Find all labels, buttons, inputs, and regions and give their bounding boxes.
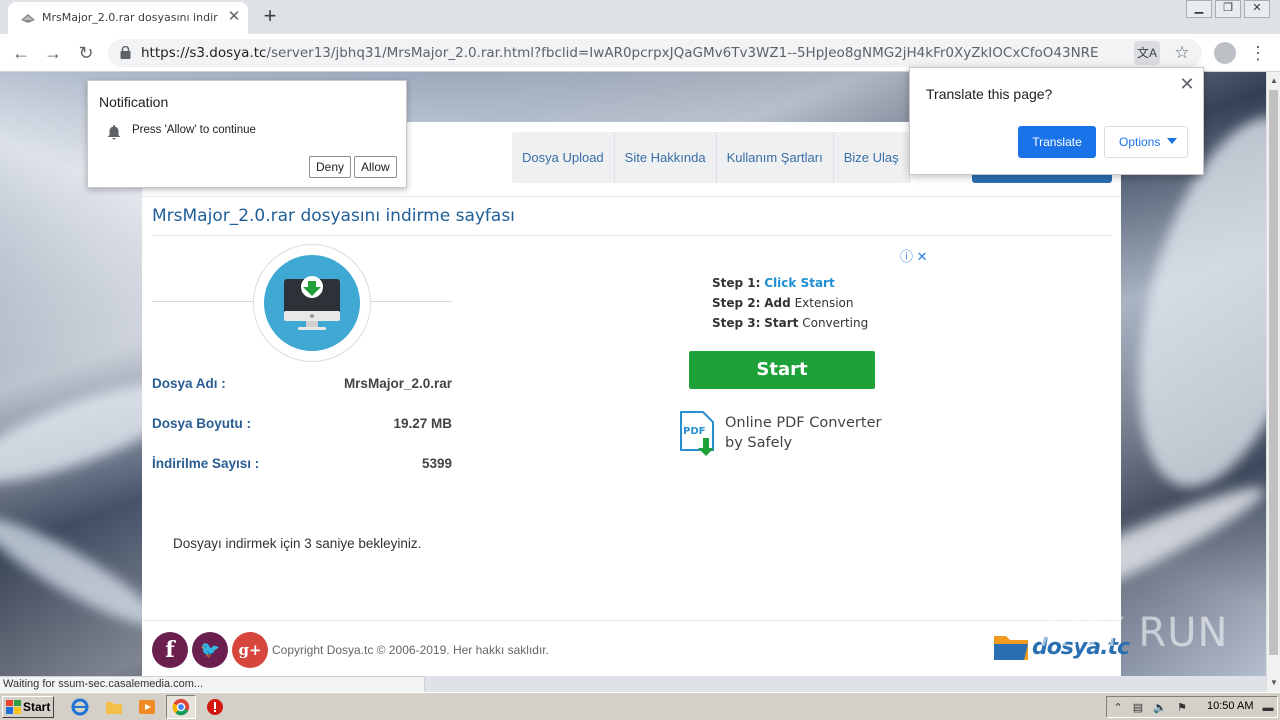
divider — [142, 196, 1121, 197]
url-text[interactable]: https://s3.dosya.tc/server13/jbhq31/MrsM… — [141, 45, 1099, 61]
ad-step-1: Step 1: Click Start — [712, 276, 835, 290]
file-name-value: MrsMajor_2.0.rar — [343, 376, 452, 391]
stop-icon[interactable] — [205, 697, 225, 717]
ad-step-2: Step 2: Add Extension — [712, 296, 854, 310]
site-favicon-icon — [21, 14, 35, 23]
close-window-icon[interactable]: ✕ — [1244, 0, 1270, 18]
download-monitor-icon — [264, 255, 360, 351]
site-content: Dosya Upload Site Hakkında Kullanım Şart… — [142, 122, 1130, 676]
facebook-icon[interactable]: f — [152, 632, 188, 668]
twitter-icon[interactable]: 🐦 — [192, 632, 228, 668]
profile-avatar-icon[interactable] — [1214, 42, 1236, 64]
browser-tab[interactable]: MrsMajor_2.0.rar dosyasını indir - dosya… — [8, 2, 248, 34]
tab-close-icon[interactable]: ✕ — [226, 9, 242, 25]
nav-bize-ulas[interactable]: Bize Ulaş — [834, 132, 910, 183]
allow-button[interactable]: Allow — [354, 156, 397, 178]
tab-title: MrsMajor_2.0.rar dosyasını indir - dosya… — [42, 11, 222, 24]
back-arrow-icon[interactable]: ← — [9, 41, 33, 65]
ad-product-line2: by Safely — [725, 435, 793, 451]
copyright-text: Copyright Dosya.tc © 2006-2019. Her hakk… — [272, 643, 549, 657]
scroll-down-icon[interactable]: ▼ — [1267, 676, 1280, 690]
file-size-label: Dosya Boyutu : — [152, 416, 252, 431]
media-player-icon[interactable] — [137, 697, 157, 717]
minimize-icon[interactable]: ▁ — [1186, 0, 1212, 18]
chevron-down-icon — [1167, 138, 1177, 144]
flag-icon[interactable]: ⚑ — [1175, 701, 1189, 715]
ad-product-name: Online PDF Converter by Safely — [725, 413, 881, 453]
translate-icon[interactable]: 文A — [1134, 41, 1160, 65]
divider — [152, 235, 1112, 236]
deny-button[interactable]: Deny — [309, 156, 352, 178]
options-dropdown[interactable]: Options — [1104, 126, 1188, 158]
page-scrollbar[interactable]: ▲ ▼ — [1266, 72, 1280, 692]
restore-icon[interactable]: ❐ — [1215, 0, 1241, 18]
bell-icon — [108, 125, 120, 140]
reload-icon[interactable]: ↻ — [74, 41, 98, 65]
page-title: MrsMajor_2.0.rar dosyasını indirme sayfa… — [152, 206, 515, 226]
download-badge — [253, 244, 371, 362]
network-icon[interactable]: ▤ — [1131, 701, 1145, 715]
volume-icon[interactable]: 🔈 — [1153, 701, 1167, 715]
tray-expand-icon[interactable]: ⌃ — [1111, 701, 1125, 715]
download-count-value: 5399 — [421, 456, 452, 471]
divider — [142, 620, 1121, 621]
close-icon[interactable]: ✕ — [1178, 75, 1196, 93]
notification-title: Notification — [99, 94, 169, 110]
download-count-label: İndirilme Sayısı : — [152, 456, 260, 471]
advertisement[interactable]: Step 1: Click Start Step 2: Add Extensio… — [672, 246, 932, 466]
internet-explorer-icon[interactable] — [70, 697, 90, 717]
lock-icon — [120, 46, 131, 59]
start-button[interactable]: Start — [2, 696, 54, 718]
tab-strip: MrsMajor_2.0.rar dosyasını indir - dosya… — [0, 0, 1280, 34]
menu-dots-icon[interactable]: ⋮ — [1248, 42, 1268, 64]
url-path: /server13/jbhq31/MrsMajor_2.0.rar.html?f… — [266, 45, 1099, 61]
ad-step-3: Step 3: Start Converting — [712, 316, 869, 330]
start-label: Start — [23, 700, 51, 714]
nav-dosya-upload[interactable]: Dosya Upload — [512, 132, 615, 183]
notification-message: Press 'Allow' to continue — [132, 124, 256, 136]
show-desktop-icon[interactable]: ▬ — [1261, 701, 1275, 715]
taskbar-chrome-active[interactable] — [166, 695, 196, 719]
translate-title: Translate this page? — [926, 86, 1053, 102]
taskbar: Start ⌃ ▤ 🔈 ⚑ 10:50 AM ▬ — [0, 692, 1280, 720]
scroll-up-icon[interactable]: ▲ — [1267, 74, 1280, 88]
folder-logo-icon — [994, 636, 1028, 660]
pdf-file-icon: PDF — [680, 411, 714, 456]
countdown-text: Dosyayı indirmek için 3 saniye bekleyini… — [173, 536, 422, 551]
folder-icon[interactable] — [104, 697, 124, 717]
status-bar: Waiting for ssum-sec.casalemedia.com... — [0, 676, 425, 692]
scroll-thumb[interactable] — [1269, 90, 1278, 655]
translate-bubble: Translate this page? ✕ Translate Options — [909, 67, 1204, 175]
window-controls: ▁ ❐ ✕ — [1183, 0, 1270, 18]
notification-popup: Notification Press 'Allow' to continue D… — [87, 80, 407, 188]
file-size-value: 19.27 MB — [393, 416, 452, 431]
site-nav: Dosya Upload Site Hakkında Kullanım Şart… — [512, 132, 910, 183]
clock[interactable]: 10:50 AM — [1207, 700, 1253, 712]
file-name-label: Dosya Adı : — [152, 376, 226, 391]
google-plus-icon[interactable]: g+ — [232, 632, 268, 668]
bookmark-star-icon[interactable]: ☆ — [1170, 41, 1194, 65]
nav-site-hakkinda[interactable]: Site Hakkında — [615, 132, 717, 183]
ad-start-button[interactable]: Start — [689, 351, 875, 389]
ad-product-line1: Online PDF Converter — [725, 415, 882, 431]
svg-text:PDF: PDF — [683, 426, 705, 437]
address-bar[interactable]: https://s3.dosya.tc/server13/jbhq31/MrsM… — [108, 39, 1202, 67]
options-label: Options — [1119, 135, 1161, 149]
chrome-icon — [172, 698, 190, 716]
translate-button[interactable]: Translate — [1018, 126, 1096, 158]
watermark: ANY RUN — [1040, 610, 1229, 656]
new-tab-button[interactable]: + — [258, 5, 282, 29]
nav-kullanim-sartlari[interactable]: Kullanım Şartları — [717, 132, 834, 183]
windows-flag-icon — [6, 700, 21, 714]
url-host: https://s3.dosya.tc — [141, 45, 267, 61]
forward-arrow-icon[interactable]: → — [41, 41, 65, 65]
system-tray: ⌃ ▤ 🔈 ⚑ 10:50 AM ▬ — [1106, 696, 1278, 718]
